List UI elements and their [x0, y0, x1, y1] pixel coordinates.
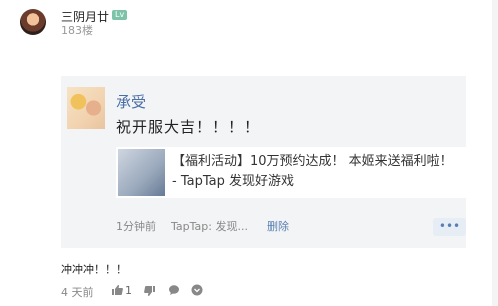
like-count: 1 — [125, 284, 132, 297]
quoted-time: 1分钟前 — [116, 220, 156, 233]
chevron-down-circle-icon[interactable] — [191, 284, 203, 296]
reply-time: 4 天前 — [61, 286, 94, 299]
quoted-source: TapTap: 发现... — [171, 220, 248, 233]
link-title[interactable]: 【福利活动】10万预约达成！ 本姬来送福利啦！ - TapTap 发现好游戏 — [172, 152, 458, 192]
user-avatar[interactable] — [20, 9, 46, 35]
link-thumbnail[interactable] — [118, 149, 165, 196]
thumbs-up-icon[interactable] — [111, 284, 123, 296]
quoted-author-name[interactable]: 承受 — [116, 91, 146, 112]
scrollbar[interactable] — [492, 0, 498, 306]
quoted-author-avatar[interactable] — [67, 87, 105, 129]
quoted-post-text: 祝开服大吉！！！！ — [116, 118, 261, 136]
more-options-button[interactable]: ••• — [433, 218, 466, 236]
floor-number: 183楼 — [61, 24, 93, 37]
reply-text: 冲冲冲！！！ — [61, 263, 127, 276]
thumbs-down-icon[interactable] — [144, 285, 156, 297]
delete-button[interactable]: 删除 — [267, 218, 289, 234]
level-badge: Lv — [112, 10, 128, 20]
comment-icon[interactable] — [168, 284, 180, 296]
